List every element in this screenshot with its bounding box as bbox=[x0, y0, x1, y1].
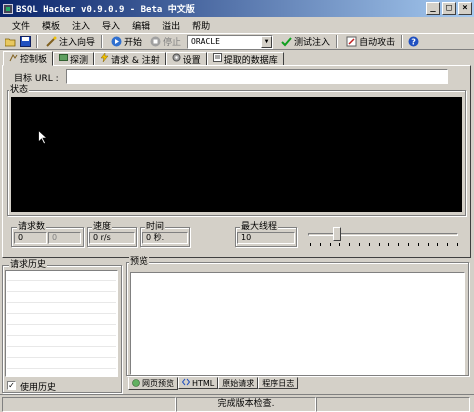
speed-value: 0 r/s bbox=[89, 232, 135, 244]
status-console bbox=[11, 97, 462, 212]
tab-raw-request[interactable]: 原始请求 bbox=[218, 377, 259, 389]
gear-icon bbox=[172, 53, 181, 65]
menu-file[interactable]: 文件 bbox=[6, 19, 36, 32]
history-list[interactable] bbox=[5, 270, 118, 377]
menu-help[interactable]: 帮助 bbox=[186, 19, 216, 32]
status-title: 状态 bbox=[9, 85, 30, 95]
inject-wizard-button[interactable]: 注入向导 bbox=[41, 34, 98, 49]
auto-attack-button[interactable]: 自动攻击 bbox=[341, 34, 398, 49]
tab-request-inject[interactable]: 请求 & 注射 bbox=[94, 52, 166, 66]
mouse-cursor-icon bbox=[38, 130, 48, 145]
preview-title: 预览 bbox=[129, 257, 150, 267]
start-button[interactable]: 开始 bbox=[106, 34, 145, 49]
tab-web-preview[interactable]: 网页预览 bbox=[128, 377, 178, 390]
tab-label: 设置 bbox=[182, 55, 201, 66]
use-history-label: 使用历史 bbox=[20, 383, 57, 393]
time-value: 0 秒. bbox=[142, 232, 188, 244]
window-title: BSQL Hacker v0.9.0.9 - Beta 中文版 bbox=[16, 5, 195, 15]
target-url-input[interactable] bbox=[66, 69, 448, 84]
play-icon bbox=[111, 36, 122, 47]
minimize-button[interactable]: _ bbox=[426, 2, 440, 15]
slider-ticks bbox=[310, 243, 458, 246]
speed-label: 速度 bbox=[92, 222, 113, 232]
max-threads-value: 10 bbox=[237, 232, 295, 244]
max-threads-label: 最大线程 bbox=[240, 222, 279, 232]
detect-icon bbox=[59, 53, 69, 65]
menu-import[interactable]: 导入 bbox=[96, 19, 126, 32]
requests-count-secondary: 0 bbox=[48, 232, 81, 244]
preview-area bbox=[130, 272, 465, 375]
title-bar: BSQL Hacker v0.9.0.9 - Beta 中文版 _ □ × bbox=[0, 0, 474, 17]
control-panel-icon bbox=[9, 53, 18, 65]
tab-label: 提取的数据库 bbox=[223, 55, 278, 66]
threads-slider-track[interactable] bbox=[308, 233, 458, 236]
chevron-down-icon[interactable]: ▼ bbox=[261, 35, 273, 48]
menu-template[interactable]: 模板 bbox=[36, 19, 66, 32]
database-select-value: ORACLE bbox=[191, 37, 220, 46]
menu-bar: 文件 模板 注入 导入 编辑 溢出 帮助 bbox=[0, 17, 474, 33]
tab-label: 网页预览 bbox=[142, 379, 174, 388]
threads-slider-thumb[interactable] bbox=[333, 227, 341, 241]
tab-label: 原始请求 bbox=[222, 378, 255, 388]
test-inject-button[interactable]: 测试注入 bbox=[276, 34, 333, 49]
toolbar-separator bbox=[336, 35, 339, 48]
help-icon[interactable]: ? bbox=[408, 36, 419, 47]
save-icon[interactable] bbox=[20, 36, 31, 47]
lightning-icon bbox=[100, 52, 109, 65]
toolbar: 注入向导 开始 停止 ORACLE ▼ 测试注入 自动攻击 ? bbox=[0, 33, 474, 50]
stop-button[interactable]: 停止 bbox=[145, 34, 184, 49]
statusbar-cell-right bbox=[316, 397, 470, 412]
stop-label: 停止 bbox=[163, 38, 182, 48]
target-url-label: 目标 URL : bbox=[14, 74, 59, 84]
svg-text:?: ? bbox=[411, 38, 416, 47]
maximize-button[interactable]: □ bbox=[442, 2, 456, 15]
tab-label: 请求 & 注射 bbox=[111, 55, 160, 66]
app-icon bbox=[3, 3, 13, 14]
globe-icon bbox=[132, 378, 140, 389]
database-icon bbox=[212, 53, 222, 65]
close-button[interactable]: × bbox=[458, 2, 472, 15]
attack-icon bbox=[346, 36, 357, 47]
requests-label: 请求数 bbox=[17, 222, 47, 232]
inject-wizard-label: 注入向导 bbox=[59, 38, 96, 48]
tab-label: 程序日志 bbox=[262, 378, 295, 388]
main-tabs: 控制板 探测 请求 & 注射 设置 提取的数据库 bbox=[3, 51, 284, 66]
test-inject-label: 测试注入 bbox=[294, 38, 331, 48]
requests-count: 0 bbox=[14, 232, 47, 244]
history-title: 请求历史 bbox=[9, 260, 48, 270]
menu-edit[interactable]: 编辑 bbox=[126, 19, 156, 32]
time-label: 时间 bbox=[145, 222, 166, 232]
toolbar-separator bbox=[101, 35, 104, 48]
preview-tabs: 网页预览 HTML 原始请求 程序日志 bbox=[128, 377, 299, 390]
tab-settings[interactable]: 设置 bbox=[165, 52, 207, 66]
tab-html[interactable]: HTML bbox=[178, 377, 219, 389]
toolbar-separator bbox=[401, 35, 404, 48]
tab-detect[interactable]: 探测 bbox=[53, 52, 95, 66]
menu-inject[interactable]: 注入 bbox=[66, 19, 96, 32]
tab-label: HTML bbox=[192, 378, 215, 388]
toolbar-separator bbox=[36, 35, 38, 48]
tab-extracted-db[interactable]: 提取的数据库 bbox=[206, 52, 284, 66]
stop-icon bbox=[150, 36, 161, 47]
start-label: 开始 bbox=[124, 38, 143, 48]
html-icon bbox=[181, 378, 191, 388]
wand-icon bbox=[46, 36, 57, 47]
checkmark-icon bbox=[281, 36, 292, 47]
tab-program-log[interactable]: 程序日志 bbox=[258, 377, 299, 389]
statusbar-message: 完成版本检查. bbox=[176, 397, 316, 412]
window-controls: _ □ × bbox=[426, 2, 472, 15]
menu-overflow[interactable]: 溢出 bbox=[156, 19, 186, 32]
open-folder-icon[interactable] bbox=[4, 36, 16, 47]
tab-control-panel[interactable]: 控制板 bbox=[3, 51, 54, 66]
tab-label: 控制板 bbox=[20, 55, 48, 65]
statusbar-cell-left bbox=[2, 397, 176, 412]
database-select[interactable]: ORACLE ▼ bbox=[187, 34, 274, 49]
tab-label: 探测 bbox=[70, 55, 89, 66]
status-bar: 完成版本检查. bbox=[0, 394, 474, 412]
auto-attack-label: 自动攻击 bbox=[359, 38, 396, 48]
use-history-checkbox[interactable]: ✓ bbox=[7, 381, 16, 390]
